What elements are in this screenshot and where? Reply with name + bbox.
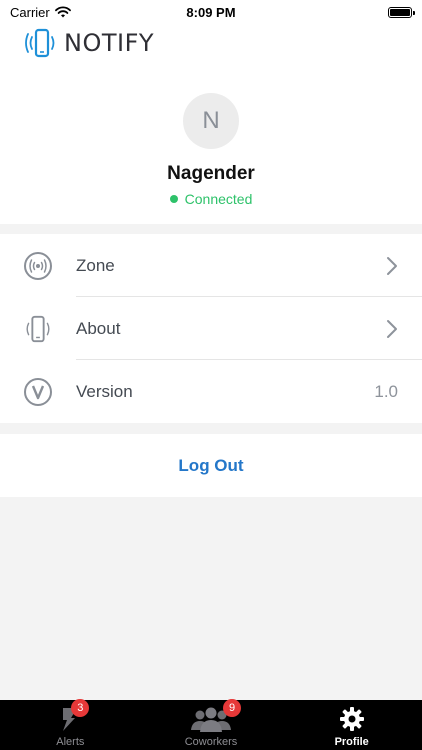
phone-icon xyxy=(22,314,54,344)
tab-bar: 3 Alerts 9 Coworkers Profile xyxy=(0,699,422,750)
profile-header: NOTIFY N Nagender Connected xyxy=(0,24,422,224)
version-value: 1.0 xyxy=(374,381,398,401)
app-logo: NOTIFY xyxy=(24,28,154,58)
chevron-right-icon xyxy=(387,320,397,338)
menu-item-about[interactable]: About xyxy=(0,297,422,360)
coworkers-badge: 9 xyxy=(223,699,241,717)
alerts-badge: 3 xyxy=(71,699,90,717)
logout-button[interactable]: Log Out xyxy=(0,434,422,497)
user-name: Nagender xyxy=(167,163,255,184)
zone-broadcast-icon xyxy=(22,251,54,281)
settings-menu: Zone About Version 1.0 xyxy=(0,234,422,423)
battery-icon xyxy=(388,6,415,18)
tab-alerts[interactable]: 3 Alerts xyxy=(0,699,141,750)
tab-profile[interactable]: Profile xyxy=(281,700,422,750)
avatar: N xyxy=(183,93,239,149)
status-bar: Carrier 8:09 PM xyxy=(0,0,422,24)
coworkers-icon: 9 xyxy=(189,699,241,733)
alert-flag-icon: 3 xyxy=(59,699,90,733)
chevron-right-icon xyxy=(387,257,397,275)
gear-icon xyxy=(339,705,365,733)
tab-coworkers[interactable]: 9 Coworkers xyxy=(141,699,282,750)
tab-label: Profile xyxy=(334,736,369,748)
tab-label: Alerts xyxy=(56,736,85,748)
menu-item-zone[interactable]: Zone xyxy=(0,234,422,297)
connection-status: Connected xyxy=(0,191,422,207)
wifi-icon xyxy=(54,6,71,18)
logo-text: NOTIFY xyxy=(64,29,155,57)
menu-item-label: About xyxy=(76,318,121,338)
menu-item-version: Version 1.0 xyxy=(0,360,422,423)
menu-item-label: Zone xyxy=(76,255,115,275)
connection-status-label: Connected xyxy=(184,191,253,207)
status-left: Carrier xyxy=(10,5,71,20)
tab-label: Coworkers xyxy=(184,736,238,748)
menu-item-label: Version xyxy=(76,381,133,401)
carrier-label: Carrier xyxy=(10,4,50,20)
status-dot-icon xyxy=(169,195,178,203)
notify-phone-icon xyxy=(25,28,55,58)
v-circle-icon xyxy=(22,377,54,407)
